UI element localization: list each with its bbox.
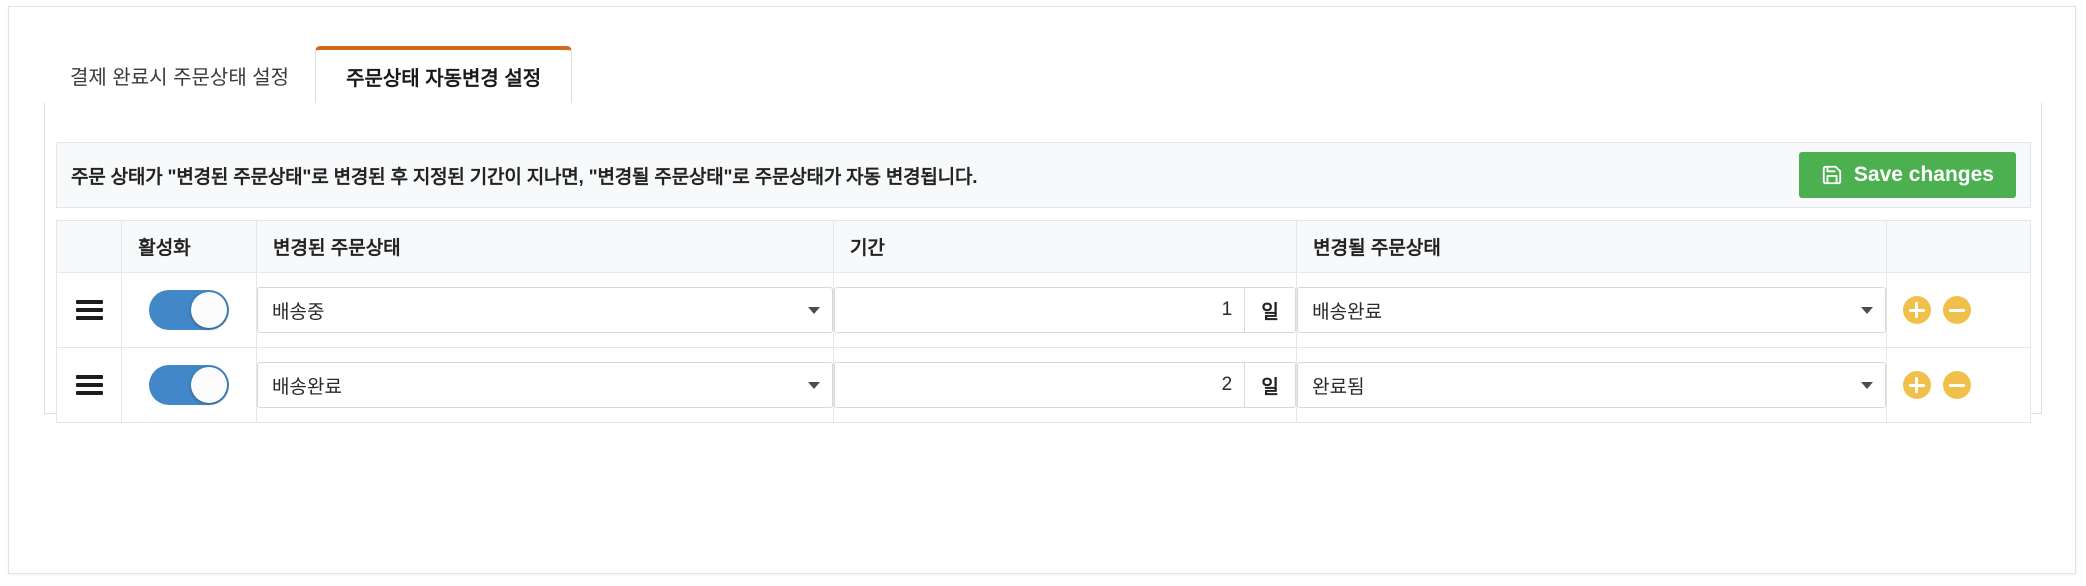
info-description: 주문 상태가 "변경된 주문상태"로 변경된 후 지정된 기간이 지나면, "변…: [71, 166, 978, 188]
row-actions-cell: [1885, 272, 2032, 348]
tab-order-status-auto-change[interactable]: 주문상태 자동변경 설정: [315, 46, 573, 104]
to-status-value: 완료됨: [1312, 376, 1365, 398]
from-status-value: 배송완료: [272, 376, 342, 398]
row-handle-cell: [55, 272, 123, 348]
row-actions-cell: [1885, 347, 2032, 423]
drag-handle-icon[interactable]: [57, 300, 121, 320]
period-unit-label: 일: [1244, 287, 1297, 333]
chevron-down-icon: [1860, 307, 1873, 314]
tab-strip: 결제 완료시 주문상태 설정 주문상태 자동변경 설정: [44, 46, 2042, 104]
to-status-select[interactable]: 배송완료: [1297, 287, 1886, 333]
minus-circle-icon[interactable]: [1942, 371, 1971, 399]
from-status-select[interactable]: 배송완료: [257, 362, 833, 408]
row-from-status-cell: 배송완료: [256, 347, 834, 423]
auto-change-rules-table: 활성화 변경된 주문상태 기간 변경될 주문상태 배송중 1 일 배송완료 배송…: [55, 220, 2032, 423]
plus-circle-icon[interactable]: [1902, 296, 1931, 324]
column-header-handle: [55, 220, 123, 273]
enable-toggle[interactable]: [149, 365, 230, 405]
table-row: 배송완료 일 완료됨: [55, 347, 2032, 423]
from-status-select[interactable]: 배송중: [257, 287, 833, 333]
toggle-knob: [191, 367, 228, 403]
toggle-knob: [191, 292, 228, 328]
to-status-value: 배송완료: [1312, 301, 1383, 323]
chevron-down-icon: [807, 382, 820, 389]
table-body: 배송중 일 배송완료: [55, 272, 2032, 423]
page-frame: 결제 완료시 주문상태 설정 주문상태 자동변경 설정 주문 상태가 "변경된 …: [8, 6, 2076, 574]
row-from-status-cell: 배송중: [256, 272, 834, 348]
tab-payment-complete-order-status[interactable]: 결제 완료시 주문상태 설정: [44, 47, 315, 103]
plus-circle-icon[interactable]: [1902, 371, 1931, 399]
save-floppy-icon: [1821, 164, 1843, 186]
tab-label: 결제 완료시 주문상태 설정: [70, 66, 290, 89]
row-enable-cell: [121, 347, 258, 423]
column-header-to-status: 변경될 주문상태: [1296, 220, 1887, 273]
row-to-status-cell: 배송완료: [1296, 272, 1887, 348]
period-input[interactable]: [833, 362, 1245, 408]
table-header-row: 활성화 변경된 주문상태 기간 변경될 주문상태: [55, 220, 2032, 273]
row-period-cell: 일: [832, 347, 1298, 423]
row-enable-cell: [121, 272, 258, 348]
content-panel: 주문 상태가 "변경된 주문상태"로 변경된 후 지정된 기간이 지나면, "변…: [44, 103, 2042, 423]
row-to-status-cell: 완료됨: [1296, 347, 1887, 423]
from-status-value: 배송중: [272, 301, 325, 323]
tab-label: 주문상태 자동변경 설정: [346, 68, 542, 90]
row-handle-cell: [55, 347, 123, 423]
minus-circle-icon[interactable]: [1942, 296, 1971, 324]
table-head: 활성화 변경된 주문상태 기간 변경될 주문상태: [55, 220, 2032, 273]
chevron-down-icon: [1860, 382, 1873, 389]
info-bar: 주문 상태가 "변경된 주문상태"로 변경된 후 지정된 기간이 지나면, "변…: [56, 142, 2031, 208]
column-header-actions: [1885, 220, 2032, 273]
chevron-down-icon: [807, 307, 820, 314]
column-header-enable: 활성화: [121, 220, 258, 273]
save-changes-label: Save changes: [1853, 163, 1994, 186]
save-changes-button[interactable]: Save changes: [1798, 152, 2016, 198]
table-row: 배송중 일 배송완료: [55, 272, 2032, 348]
enable-toggle[interactable]: [149, 290, 230, 330]
column-header-from-status: 변경된 주문상태: [256, 220, 834, 273]
to-status-select[interactable]: 완료됨: [1297, 362, 1886, 408]
period-unit-label: 일: [1244, 362, 1297, 408]
period-input[interactable]: [833, 287, 1245, 333]
row-period-cell: 일: [832, 272, 1298, 348]
drag-handle-icon[interactable]: [57, 375, 121, 395]
column-header-period: 기간: [832, 220, 1298, 273]
